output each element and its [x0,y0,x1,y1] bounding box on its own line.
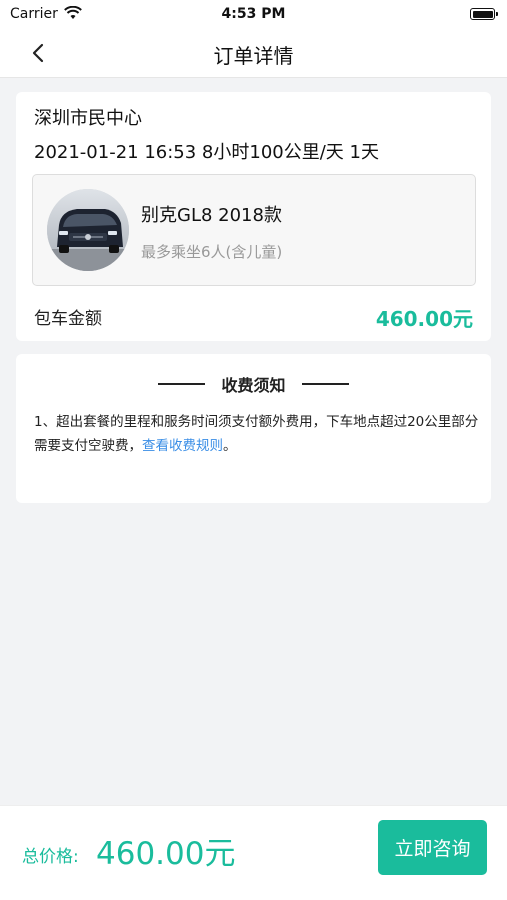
fee-notice-heading: 收费须知 [16,372,491,395]
fee-notice-title: 收费须知 [221,376,286,395]
fee-notice-text: 1、超出套餐的里程和服务时间须支付额外费用，下车地点超过20公里部分需要支付空驶… [34,414,479,454]
charter-amount-value: 460.00元 [375,307,473,331]
order-card: 深圳市民中心 2021-01-21 16:53 8小时100公里/天 1天 别克… [16,92,491,341]
charter-amount-label: 包车金额 [34,309,102,329]
status-bar: Carrier 4:53 PM [0,0,507,28]
total-price-label: 总价格: [22,847,79,867]
bottom-bar: 总价格: 460.00元 立即咨询 [0,805,507,900]
pickup-location: 深圳市民中心 [34,108,142,129]
page-title: 订单详情 [213,44,294,68]
battery-icon [470,8,498,20]
car-info-box: 别克GL8 2018款 最多乘坐6人(含儿童) [32,174,476,286]
fee-notice-body: 1、超出套餐的里程和服务时间须支付额外费用，下车地点超过20公里部分需要支付空驶… [34,410,480,458]
car-model-name: 别克GL8 2018款 [141,205,282,226]
car-photo [47,189,129,271]
fee-notice-end: 。 [223,438,237,454]
consult-now-button[interactable]: 立即咨询 [378,820,487,875]
order-detail: 2021-01-21 16:53 8小时100公里/天 1天 [34,142,379,163]
car-seat-capacity: 最多乘坐6人(含儿童) [141,243,283,261]
total-price-value: 460.00元 [96,836,236,872]
view-fee-rules-link[interactable]: 查看收费规则 [142,438,223,454]
fee-notice-card: 收费须知 1、超出套餐的里程和服务时间须支付额外费用，下车地点超过20公里部分需… [16,354,491,503]
clock: 4:53 PM [221,6,286,22]
divider-right [302,383,349,385]
nav-bar: 订单详情 [0,28,507,78]
